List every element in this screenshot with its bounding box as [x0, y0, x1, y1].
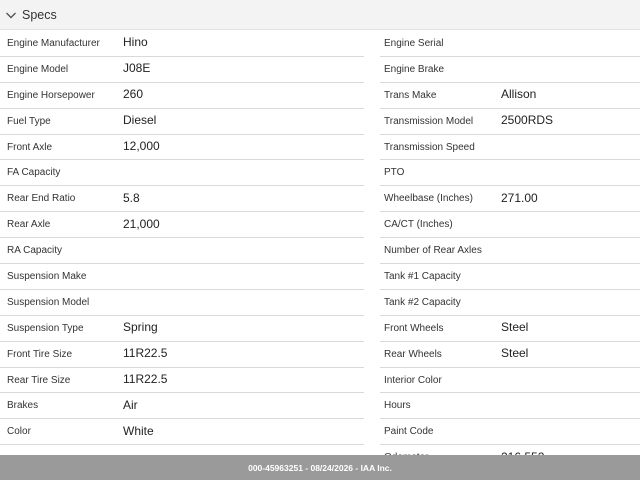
spec-value: Hino	[123, 35, 148, 50]
spec-label: Rear Tire Size	[7, 374, 71, 386]
spec-label: Engine Model	[7, 63, 69, 75]
spec-row: RA Capacity	[0, 238, 364, 265]
spec-label: Transmission Model	[384, 115, 474, 127]
spec-value: 12,000	[123, 138, 160, 153]
spec-row: Color White	[0, 419, 364, 446]
spec-label: Engine Brake	[384, 63, 445, 75]
spec-label: Tank #2 Capacity	[384, 296, 461, 308]
spec-value: Air	[123, 397, 138, 412]
spec-label: Hours	[384, 400, 411, 412]
spec-label: Front Wheels	[384, 322, 444, 334]
spec-value: White	[123, 423, 154, 438]
spec-label: Suspension Type	[7, 322, 84, 334]
spec-row: PTO	[380, 160, 640, 187]
spec-row: CA/CT (Inches)	[380, 212, 640, 239]
spec-label: RA Capacity	[7, 245, 63, 257]
spec-row: Suspension Make	[0, 264, 364, 290]
spec-row: Transmission Speed	[380, 135, 640, 161]
spec-row: Suspension Type Spring	[0, 316, 364, 342]
spec-label: Brakes	[7, 400, 39, 412]
spec-value: Steel	[501, 346, 529, 361]
spec-label: Interior Color	[384, 374, 442, 386]
spec-label: Trans Make	[384, 89, 437, 101]
spec-label: Color	[7, 426, 31, 438]
spec-value: 271.00	[501, 190, 538, 205]
spec-label: Wheelbase (Inches)	[384, 193, 473, 205]
spec-row: Number of Rear Axles	[380, 238, 640, 265]
spec-label: Front Axle	[7, 141, 53, 153]
spec-row: Suspension Model	[0, 290, 364, 316]
spec-label: Transmission Speed	[384, 141, 475, 153]
spec-row: Front Tire Size 11R22.5	[0, 342, 364, 368]
spec-label: CA/CT (Inches)	[384, 219, 453, 231]
spec-row: Front Wheels Steel	[380, 316, 640, 342]
specs-right-column: Engine Serial Engine Brake Trans Make All…	[380, 31, 640, 472]
chevron-down-icon[interactable]	[4, 8, 18, 22]
spec-row: Wheelbase (Inches) 271.00	[380, 186, 640, 213]
spec-label: Rear Axle	[7, 219, 51, 231]
spec-value: 260	[123, 87, 144, 102]
spec-value: Spring	[123, 320, 158, 335]
spec-row: Engine Manufacturer Hino	[0, 31, 364, 57]
spec-value: Steel	[501, 320, 529, 335]
spec-row: Transmission Model 2500RDS	[380, 109, 640, 135]
spec-value: Allison	[501, 87, 537, 102]
spec-row: Engine Serial	[380, 31, 640, 57]
spec-value: J08E	[123, 61, 151, 76]
spec-value: 5.8	[123, 190, 140, 205]
spec-label: Number of Rear Axles	[384, 245, 482, 257]
spec-value: 11R22.5	[123, 371, 168, 386]
spec-label: Paint Code	[384, 426, 434, 438]
spec-row: Fuel Type Diesel	[0, 109, 364, 135]
spec-row: Front Axle 12,000	[0, 135, 364, 161]
spec-row: Engine Model J08E	[0, 57, 364, 83]
spec-row: Tank #1 Capacity	[380, 264, 640, 290]
spec-label: Engine Horsepower	[7, 89, 95, 101]
spec-value: Diesel	[123, 112, 157, 127]
specs-section-header[interactable]: Specs	[0, 0, 640, 30]
spec-row: Tank #2 Capacity	[380, 290, 640, 316]
specs-left-column: Engine Manufacturer Hino Engine Model J08E…	[0, 31, 364, 446]
spec-label: PTO	[384, 167, 405, 179]
spec-row: Engine Brake	[380, 57, 640, 83]
spec-row: Paint Code	[380, 419, 640, 446]
footer-bar: 000-45963251 - 08/24/2026 - IAA Inc.	[0, 455, 640, 480]
spec-row: Brakes Air	[0, 393, 364, 420]
spec-row: Rear Axle 21,000	[0, 212, 364, 239]
spec-value: 2500RDS	[501, 112, 554, 127]
spec-label: Rear Wheels	[384, 348, 442, 360]
spec-label: Suspension Make	[7, 270, 87, 282]
spec-label: Engine Manufacturer	[7, 37, 100, 49]
spec-label: Front Tire Size	[7, 348, 73, 360]
spec-label: Tank #1 Capacity	[384, 270, 461, 282]
section-title: Specs	[22, 7, 57, 22]
spec-row: Rear End Ratio 5.8	[0, 186, 364, 213]
spec-row: Engine Horsepower 260	[0, 83, 364, 109]
spec-row: Trans Make Allison	[380, 83, 640, 109]
spec-label: Rear End Ratio	[7, 193, 76, 205]
spec-row: FA Capacity	[0, 160, 364, 187]
spec-label: Engine Serial	[384, 37, 444, 49]
spec-row: Rear Tire Size 11R22.5	[0, 368, 364, 394]
spec-label: Suspension Model	[7, 296, 90, 308]
footer-text: 000-45963251 - 08/24/2026 - IAA Inc.	[248, 462, 392, 473]
spec-row: Interior Color	[380, 368, 640, 394]
spec-label: Fuel Type	[7, 115, 51, 127]
spec-row: Rear Wheels Steel	[380, 342, 640, 368]
spec-label: FA Capacity	[7, 167, 61, 179]
spec-row: Hours	[380, 393, 640, 420]
spec-value: 21,000	[123, 216, 160, 231]
spec-value: 11R22.5	[123, 346, 168, 361]
